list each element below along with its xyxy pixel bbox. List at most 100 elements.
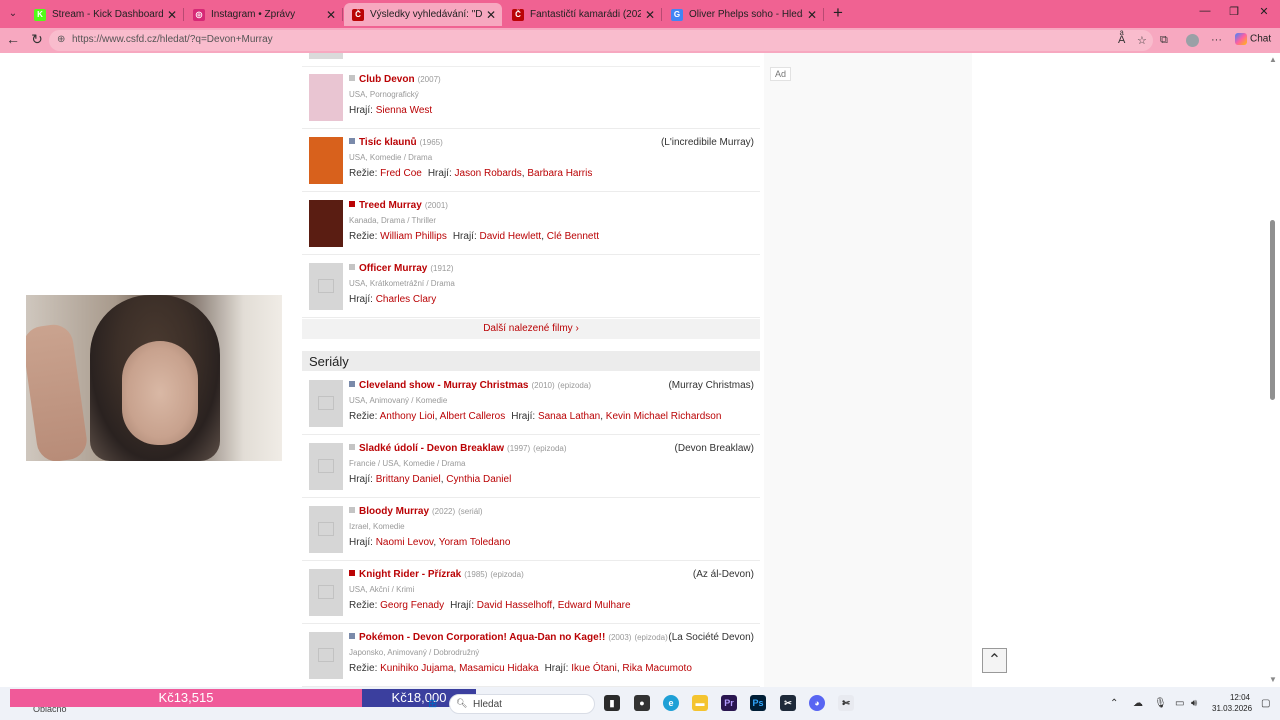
actor-name-link[interactable]: Yoram Toledano [439, 537, 511, 548]
browser-tab[interactable]: Č Fantastičtí kamarádi (2022) | Gale ✕ [504, 3, 662, 26]
maximize-button[interactable]: ❐ [1226, 5, 1242, 18]
site-info-icon[interactable]: ⊕ [57, 34, 65, 45]
rating-square-icon [349, 444, 355, 450]
refresh-button[interactable]: ↻ [28, 31, 46, 48]
result-year: (1965) [419, 138, 443, 147]
microphone-icon[interactable]: 🎙︎ [1154, 698, 1167, 709]
snipping-tool-icon[interactable]: ✄ [838, 695, 854, 711]
notifications-icon[interactable]: ▢ [1261, 698, 1270, 709]
result-title-link[interactable]: Sladké údolí - Devon Breaklaw [359, 443, 504, 454]
actor-name-link[interactable]: Naomi Levov [376, 537, 434, 548]
actor-name-link[interactable]: Cynthia Daniel [446, 474, 511, 485]
poster-image[interactable] [309, 74, 343, 121]
tab-actions-menu-icon[interactable]: ⌄ [4, 5, 22, 23]
file-explorer-icon[interactable]: ▬ [692, 695, 708, 711]
volume-icon[interactable]: 🔊︎ [1191, 698, 1197, 709]
obs-icon[interactable]: ● [634, 695, 650, 711]
capcut-icon[interactable]: ✂ [780, 695, 796, 711]
actor-name-link[interactable]: Sanaa Lathan [538, 411, 600, 422]
network-icon[interactable]: ▭ [1175, 698, 1184, 709]
read-aloud-icon[interactable]: Aͣ [1118, 34, 1125, 46]
address-bar[interactable]: ⊕ https://www.csfd.cz/hledat/?q=Devon+Mu… [49, 30, 1153, 51]
director-label: Režie: [349, 168, 378, 179]
more-menu-icon[interactable]: ··· [1211, 34, 1222, 46]
director-name-link[interactable]: Georg Fenady [380, 600, 444, 611]
scroll-down-arrow-icon[interactable]: ▼ [1269, 675, 1277, 684]
actor-name-link[interactable]: Ikue Ótani [571, 663, 617, 674]
result-title-link[interactable]: Cleveland show - Murray Christmas [359, 380, 529, 391]
onedrive-icon[interactable]: ☁ [1133, 698, 1143, 709]
result-title-link[interactable]: Tisíc klaunů [359, 137, 417, 148]
poster-image[interactable] [309, 443, 343, 490]
profile-avatar[interactable] [1186, 34, 1199, 47]
scroll-to-top-button[interactable]: ⌃ [982, 648, 1007, 673]
result-title-link[interactable]: Pokémon - Devon Corporation! Aqua-Dan no… [359, 632, 605, 643]
actor-name-link[interactable]: David Hewlett [480, 231, 542, 242]
close-window-button[interactable]: ✕ [1256, 5, 1272, 18]
result-title-link[interactable]: Club Devon [359, 74, 415, 85]
actor-label: Hrají: [452, 231, 477, 242]
photoshop-icon[interactable]: Ps [750, 695, 766, 711]
windows-start-icon[interactable]: ⊞ [428, 697, 440, 710]
back-button[interactable]: ← [4, 31, 22, 47]
result-year: (2022) [432, 507, 456, 516]
director-name-link[interactable]: Masamicu Hidaka [459, 663, 538, 674]
actor-label: Hrají: [427, 168, 452, 179]
director-name-link[interactable]: Fred Coe [380, 168, 422, 179]
result-row: Treed Murray (2001) Kanada, Drama / Thrill… [302, 192, 760, 255]
poster-image[interactable] [309, 506, 343, 553]
actor-name-link[interactable]: Barbara Harris [527, 168, 592, 179]
result-title-line: Officer Murray (1912) [349, 263, 754, 279]
browser-tab[interactable]: G Oliver Phelps soho - Hledat Googl ✕ [663, 3, 824, 26]
close-tab-icon[interactable]: ✕ [486, 8, 496, 22]
close-tab-icon[interactable]: ✕ [807, 8, 817, 22]
result-title-link[interactable]: Bloody Murray [359, 506, 429, 517]
browser-tab[interactable]: ◎ Instagram • Zprávy ✕ [185, 3, 343, 26]
favorite-star-icon[interactable]: ☆ [1137, 34, 1147, 47]
minimize-button[interactable]: — [1197, 5, 1213, 17]
actor-name-link[interactable]: Rika Macumoto [622, 663, 691, 674]
poster-image[interactable] [309, 200, 343, 247]
premiere-pro-icon[interactable]: Pr [721, 695, 737, 711]
poster-image[interactable] [309, 569, 343, 616]
result-type: (epizoda) [634, 633, 668, 642]
result-origin-genre: USA, Komedie / Drama [349, 153, 433, 162]
extensions-icon[interactable]: ⧉ [1160, 34, 1168, 47]
browser-tab[interactable]: K Stream - Kick Dashboard ✕ [26, 3, 184, 26]
more-films-link[interactable]: Další nalezené filmy › [302, 319, 760, 339]
result-title-link[interactable]: Knight Rider - Přízrak [359, 569, 461, 580]
poster-image[interactable] [309, 137, 343, 184]
scrollbar-thumb[interactable] [1270, 220, 1275, 400]
show-hidden-icons-icon[interactable]: ⌃ [1110, 698, 1118, 709]
scroll-up-arrow-icon[interactable]: ▲ [1269, 55, 1277, 64]
system-clock[interactable]: 12:04 31.03.2026 [1212, 692, 1252, 714]
taskbar-search[interactable]: 🔍︎ Hledat [449, 694, 595, 714]
close-tab-icon[interactable]: ✕ [326, 8, 336, 22]
task-view-icon[interactable]: ▮ [604, 695, 620, 711]
actor-name-link[interactable]: Edward Mulhare [558, 600, 631, 611]
result-title-link[interactable]: Officer Murray [359, 263, 427, 274]
director-name-link[interactable]: William Phillips [380, 231, 447, 242]
result-title-link[interactable]: Treed Murray [359, 200, 422, 211]
new-tab-button[interactable]: + [830, 4, 846, 22]
close-tab-icon[interactable]: ✕ [167, 8, 177, 22]
actor-name-link[interactable]: Sienna West [376, 105, 433, 116]
director-name-link[interactable]: Albert Calleros [440, 411, 506, 422]
result-row: Knight Rider - Přízrak (1985) (epizoda) (Az… [302, 561, 760, 624]
edge-browser-icon[interactable]: e [663, 695, 679, 711]
browser-tab[interactable]: Č Výsledky vyhledávání: "Devon Mu ✕ [344, 3, 502, 26]
poster-image[interactable] [309, 263, 343, 310]
poster-image[interactable] [309, 632, 343, 679]
poster-image[interactable] [309, 380, 343, 427]
actor-name-link[interactable]: Kevin Michael Richardson [606, 411, 722, 422]
copilot-chat-button[interactable]: Chat [1235, 33, 1271, 45]
actor-name-link[interactable]: Charles Clary [376, 294, 437, 305]
actor-name-link[interactable]: Brittany Daniel [376, 474, 441, 485]
director-name-link[interactable]: Kunihiko Jujama [380, 663, 453, 674]
actor-name-link[interactable]: Jason Robards [455, 168, 522, 179]
actor-name-link[interactable]: David Hasselhoff [477, 600, 552, 611]
actor-name-link[interactable]: Clé Bennett [547, 231, 599, 242]
director-name-link[interactable]: Anthony Lioi [380, 411, 435, 422]
close-tab-icon[interactable]: ✕ [645, 8, 655, 22]
discord-icon[interactable]: ◕ [809, 695, 825, 711]
